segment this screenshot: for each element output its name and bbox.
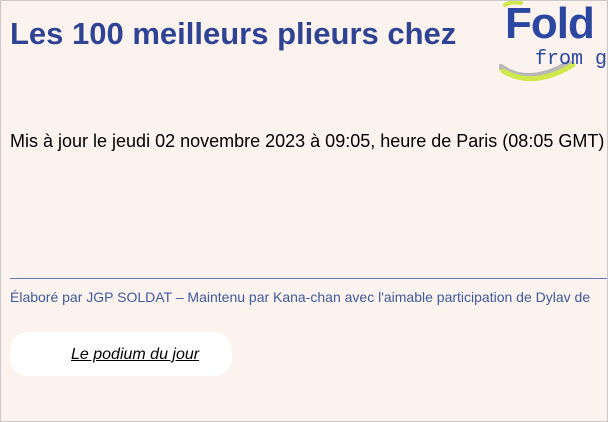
last-update-text: Mis à jour le jeudi 02 novembre 2023 à 0… — [10, 131, 605, 151]
folding-logo: Fold from g — [499, 1, 608, 85]
podium-card: Le podium du jour — [10, 332, 232, 376]
logo-wordmark: Fold — [505, 1, 595, 48]
footer-divider — [10, 278, 607, 279]
page-frame: Les 100 meilleurs plieurs chez Fold from… — [0, 0, 608, 422]
podium-link[interactable]: Le podium du jour — [71, 345, 199, 365]
page-title: Les 100 meilleurs plieurs chez — [10, 16, 457, 51]
logo-subtext: from g — [535, 48, 608, 71]
credits-text: Élaboré par JGP SOLDAT – Maintenu par Ka… — [10, 289, 591, 305]
